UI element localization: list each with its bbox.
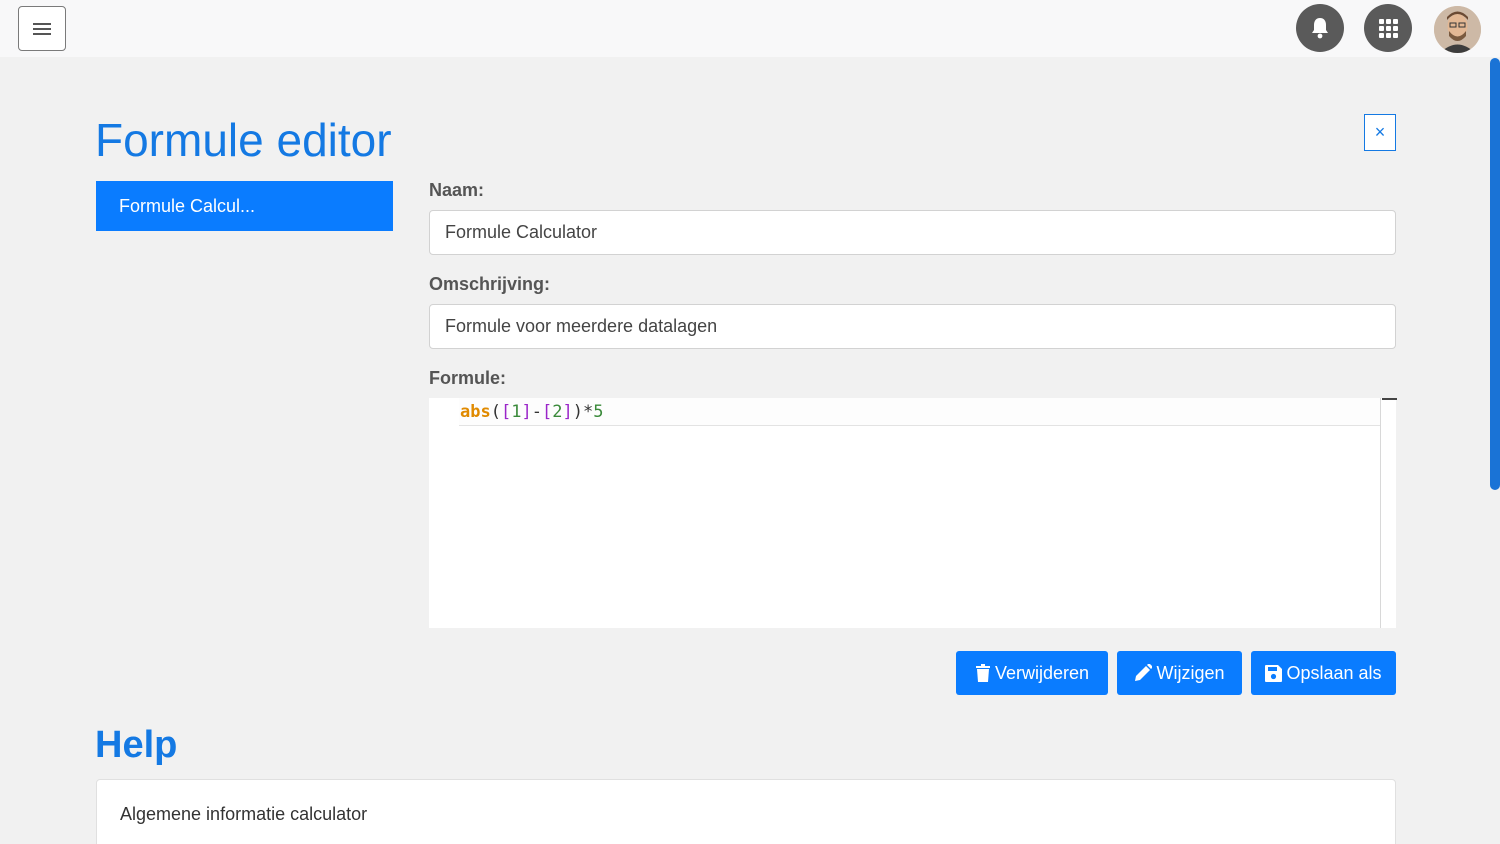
floppy-icon [1265, 664, 1283, 682]
description-label: Omschrijving: [429, 274, 551, 294]
token-paren: ( [490, 402, 501, 422]
formula-code-editor[interactable]: abs([1]-[2])*5 [429, 398, 1397, 628]
delete-button-label: Verwijderen [994, 662, 1090, 683]
description-field[interactable] [429, 304, 1396, 349]
formula-label: Formule: [429, 368, 507, 388]
help-card: Algemene informatie calculator [96, 779, 1396, 844]
pencil-icon [1135, 664, 1153, 681]
token-operator: - [531, 402, 542, 422]
save-as-button[interactable]: Opslaan als [1251, 651, 1396, 695]
token-number: 5 [593, 402, 604, 422]
edit-button[interactable]: Wijzigen [1117, 651, 1242, 695]
apps-button[interactable] [1364, 4, 1412, 52]
code-gutter [429, 398, 459, 628]
help-title: Help [95, 724, 178, 766]
token-paren: ) [572, 402, 583, 422]
page-scrollbar[interactable] [1490, 58, 1500, 490]
page-title: Formule editor [95, 114, 392, 166]
token-number: 1 [511, 402, 522, 422]
token-function: abs [460, 402, 491, 422]
name-field[interactable] [429, 210, 1396, 255]
help-card-text: Algemene informatie calculator [120, 804, 368, 824]
bell-icon [1312, 18, 1328, 39]
grid-icon [1378, 18, 1398, 38]
formula-list-item[interactable]: Formule Calcul... [96, 181, 393, 231]
name-label: Naam: [429, 180, 485, 200]
delete-button[interactable]: Verwijderen [956, 651, 1108, 695]
token-bracket: [ [541, 402, 553, 422]
close-button[interactable]: × [1364, 114, 1396, 151]
token-number: 2 [552, 402, 563, 422]
top-bar [0, 0, 1500, 57]
menu-button[interactable] [18, 6, 66, 51]
hamburger-icon [33, 20, 51, 38]
formula-list-item-label: Formule Calcul... [119, 195, 256, 216]
token-operator: * [582, 402, 594, 422]
token-bracket: ] [562, 402, 573, 422]
close-icon: × [1374, 122, 1386, 142]
token-bracket: [ [500, 402, 512, 422]
user-avatar-icon [1434, 6, 1481, 53]
trash-icon [975, 664, 990, 682]
edit-button-label: Wijzigen [1156, 662, 1225, 683]
code-editor-scrollbar[interactable] [1380, 398, 1397, 628]
notifications-button[interactable] [1296, 4, 1344, 52]
save-as-button-label: Opslaan als [1286, 662, 1382, 683]
avatar[interactable] [1434, 6, 1481, 53]
code-line[interactable]: abs([1]-[2])*5 [459, 398, 1380, 426]
token-bracket: ] [521, 402, 532, 422]
